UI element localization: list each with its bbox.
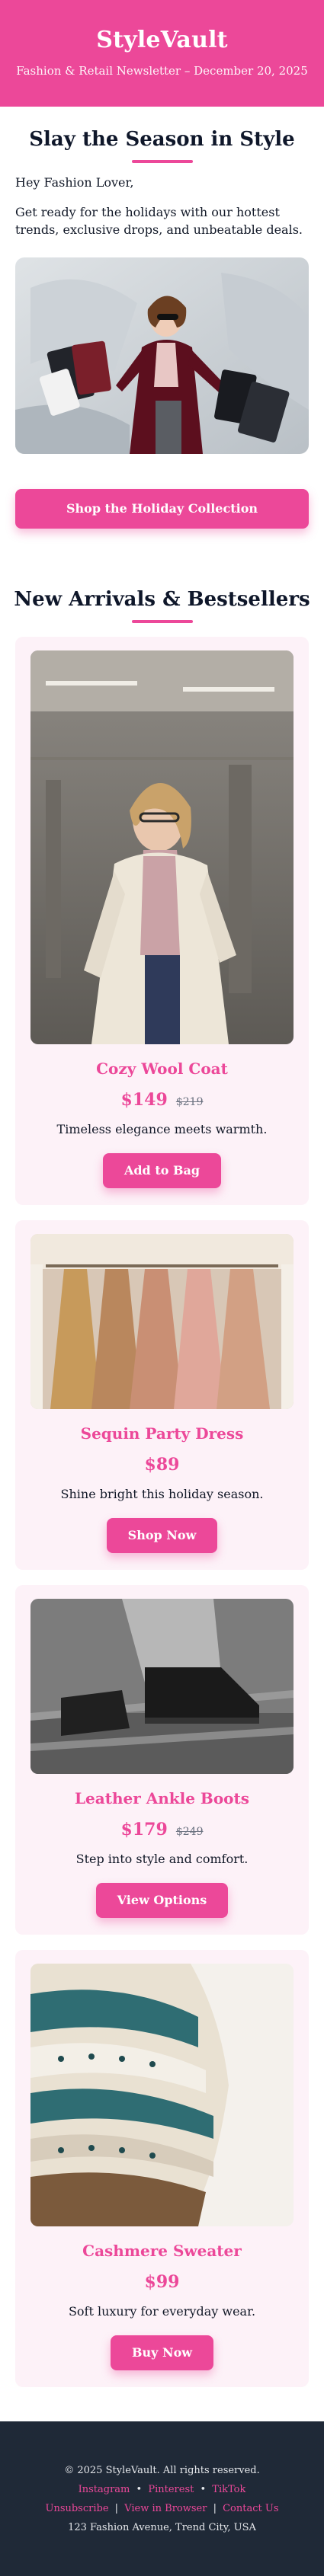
greeting-text: Hey Fashion Lover, (15, 175, 134, 190)
product-name: Sequin Party Dress (80, 1424, 244, 1443)
pinterest-link[interactable]: Pinterest (148, 2484, 194, 2495)
products-section-title: New Arrivals & Bestsellers (14, 587, 310, 611)
product-card: Leather Ankle Boots $179 $249 Step into … (15, 1584, 309, 1935)
intro-title: Slay the Season in Style (29, 128, 295, 151)
separator-dot: • (136, 2483, 143, 2495)
view-in-browser-link[interactable]: View in Browser (124, 2503, 207, 2514)
separator-bar: | (213, 2502, 217, 2514)
instagram-link[interactable]: Instagram (79, 2484, 130, 2495)
product-price: $179 (120, 1819, 168, 1839)
product-name: Leather Ankle Boots (74, 1788, 250, 1807)
newsletter-header: StyleVault Fashion & Retail Newsletter –… (0, 0, 324, 107)
product-description: Shine bright this holiday season. (60, 1486, 264, 1501)
price-row: $149 $219 (30, 1090, 294, 1110)
footer-social-links: Instagram • Pinterest • TikTok (79, 2484, 246, 2495)
product-description: Soft luxury for everyday wear. (68, 2303, 256, 2319)
product-image-sequin-dress (30, 1233, 294, 1409)
footer: © 2025 StyleVault. All rights reserved. … (0, 2421, 324, 2576)
product-card: Cozy Wool Coat $149 $219 Timeless elegan… (15, 636, 309, 1205)
shop-holiday-collection-button[interactable]: Shop the Holiday Collection (15, 488, 309, 529)
product-original-price: $249 (175, 1825, 204, 1838)
price-row: $179 $249 (30, 1820, 294, 1839)
tiktok-link[interactable]: TikTok (212, 2484, 245, 2495)
footer-copyright: © 2025 StyleVault. All rights reserved. (64, 2464, 260, 2476)
product-name: Cashmere Sweater (82, 2241, 242, 2260)
newsletter-subtitle: Fashion & Retail Newsletter – December 2… (16, 63, 308, 78)
newsletter-page: StyleVault Fashion & Retail Newsletter –… (0, 0, 324, 2576)
price-row: $99 (30, 2272, 294, 2292)
product-card: Sequin Party Dress $89 Shine bright this… (15, 1219, 309, 1570)
title-divider (131, 160, 193, 163)
product-image-cashmere-sweater (30, 1963, 294, 2226)
intro-section: Slay the Season in Style Hey Fashion Lov… (0, 107, 324, 529)
separator-dot: • (200, 2483, 207, 2495)
unsubscribe-link[interactable]: Unsubscribe (45, 2503, 108, 2514)
product-card: Cashmere Sweater $99 Soft luxury for eve… (15, 1949, 309, 2387)
product-price: $149 (120, 1089, 168, 1110)
product-price: $89 (144, 1454, 180, 1475)
product-description: Step into style and comfort. (75, 1851, 249, 1866)
separator-bar: | (114, 2502, 119, 2514)
price-row: $89 (30, 1455, 294, 1475)
section-divider (131, 619, 193, 623)
view-options-button[interactable]: View Options (95, 1882, 229, 1918)
intro-body: Get ready for the holidays with our hott… (15, 205, 303, 238)
product-description: Timeless elegance meets warmth. (56, 1121, 268, 1136)
contact-us-link[interactable]: Contact Us (223, 2503, 278, 2514)
buy-now-button[interactable]: Buy Now (110, 2335, 214, 2370)
product-name: Cozy Wool Coat (96, 1059, 228, 1078)
product-price: $99 (144, 2271, 180, 2292)
shop-now-button[interactable]: Shop Now (106, 1517, 218, 1553)
product-image-wool-coat (30, 650, 294, 1044)
add-to-bag-button[interactable]: Add to Bag (102, 1152, 222, 1188)
product-original-price: $219 (175, 1095, 204, 1108)
hero-image (15, 257, 309, 454)
brand-name: StyleVault (96, 26, 228, 53)
footer-address: 123 Fashion Avenue, Trend City, USA (68, 2521, 256, 2533)
footer-utility-links: Unsubscribe | View in Browser | Contact … (45, 2503, 278, 2514)
product-image-ankle-boots (30, 1598, 294, 1774)
